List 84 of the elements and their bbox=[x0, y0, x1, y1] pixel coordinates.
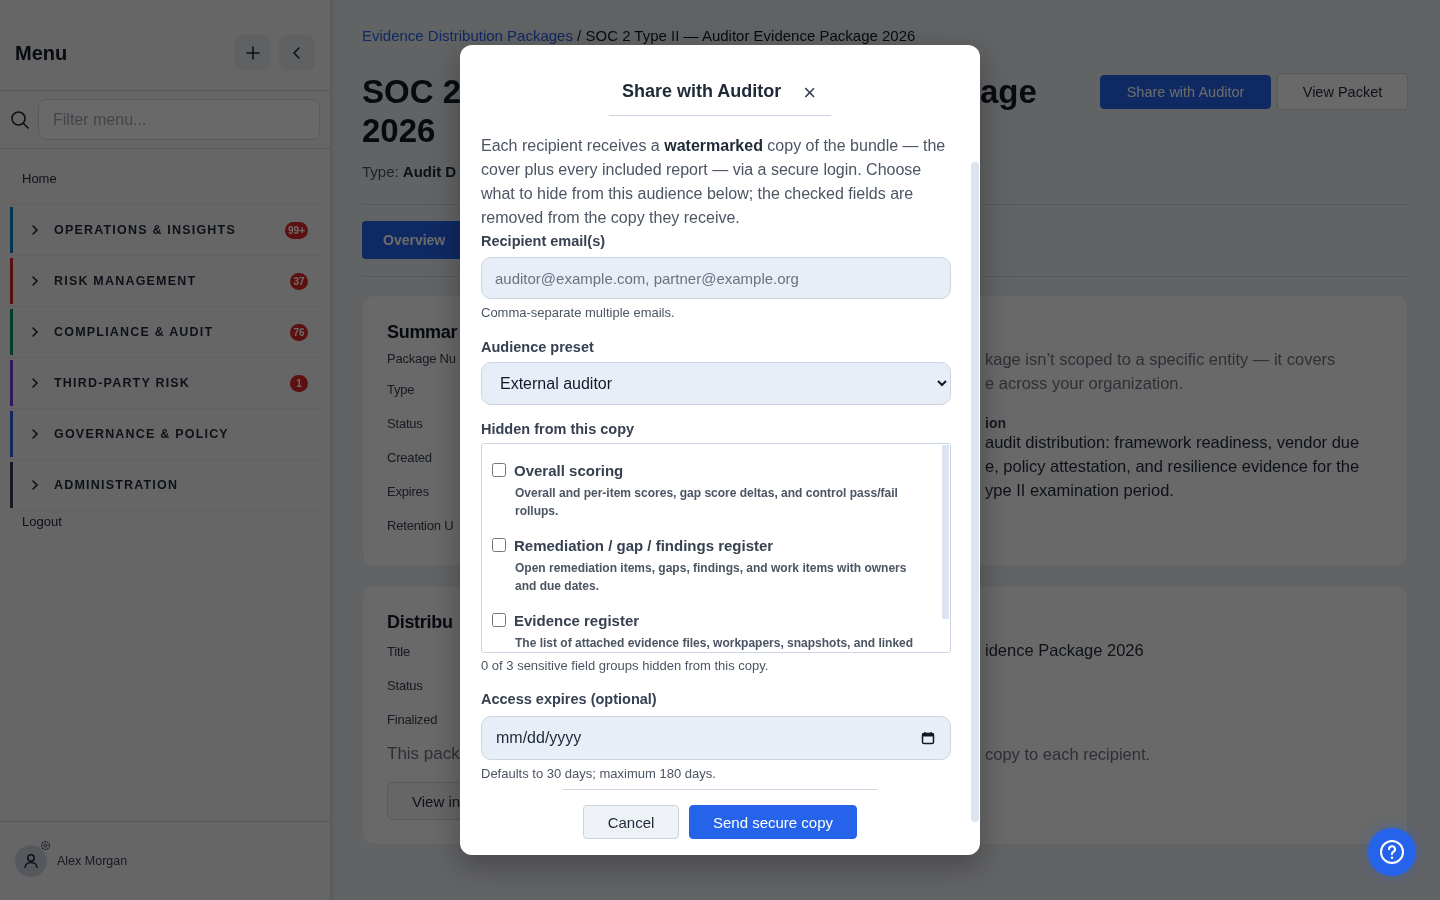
field-label: Status bbox=[387, 677, 424, 695]
scrollbar[interactable] bbox=[971, 162, 979, 822]
menu-group-label: OPERATIONS & INSIGHTS bbox=[54, 223, 237, 237]
field-label: Hidden from this copy bbox=[481, 420, 636, 439]
option-label: Overall scoring bbox=[514, 461, 624, 479]
help-icon bbox=[1379, 839, 1405, 865]
field-label: Audience preset bbox=[481, 338, 595, 357]
close-button[interactable]: × bbox=[801, 81, 819, 105]
gear-icon bbox=[40, 840, 51, 851]
page-title: age bbox=[980, 72, 1037, 111]
option-label: Remediation / gap / findings register bbox=[514, 536, 774, 554]
field-label: Type bbox=[387, 381, 416, 399]
field-label: Finalized bbox=[387, 711, 439, 729]
breadcrumb: Evidence Distribution Packages / SOC 2 Type II — Auditor Evidence Package 2026 bbox=[362, 26, 917, 46]
hint-text: Comma-separate multiple emails. bbox=[481, 305, 676, 321]
calendar-icon bbox=[921, 731, 935, 745]
option-description: Open remediation items, gaps, findings, and work items with owners and due dates. bbox=[514, 560, 908, 595]
menu-group-label: GOVERNANCE & POLICY bbox=[54, 427, 230, 441]
action-button[interactable]: View Packet bbox=[1277, 73, 1408, 110]
checkbox[interactable] bbox=[492, 463, 506, 477]
type-text: Type: Audit D bbox=[362, 162, 458, 182]
menu-group[interactable]: COMPLIANCE & AUDIT 76 bbox=[10, 307, 320, 358]
add-button[interactable] bbox=[235, 35, 271, 71]
section-label: ion bbox=[985, 414, 1007, 433]
menu-title: Menu bbox=[15, 41, 68, 65]
count-badge: 1 bbox=[290, 374, 308, 392]
menu-group-label: RISK MANAGEMENT bbox=[54, 274, 198, 288]
user-icon bbox=[22, 852, 40, 870]
date-field[interactable]: mm/dd/yyyy bbox=[481, 716, 951, 760]
page-title: 2026 bbox=[362, 111, 437, 150]
chevron-left-icon bbox=[292, 46, 302, 60]
text-line: kage isn’t scoped to a specific entity — it covers bbox=[985, 349, 1337, 370]
menu-group[interactable]: THIRD-PARTY RISK 1 bbox=[10, 358, 320, 409]
option-description: Overall and per-item scores, gap score deltas, and control pass/fail rollups. bbox=[514, 485, 899, 520]
email-field[interactable]: auditor@example.com, partner@example.org bbox=[481, 257, 951, 299]
menu-group-label: ADMINISTRATION bbox=[54, 478, 180, 492]
field-label: Retention U bbox=[387, 517, 455, 535]
count-badge: 76 bbox=[290, 323, 308, 341]
intro-text: Each recipient receives a watermarked copy of the bundle — the cover plus every included report — via a secure login. Choose what to hide from this audience below; the checked fields are removed from the copy they receive. bbox=[481, 136, 947, 228]
menu-group[interactable]: GOVERNANCE & POLICY bbox=[10, 409, 320, 460]
checkbox[interactable] bbox=[492, 538, 506, 552]
hint-text: Defaults to 30 days; maximum 180 days. bbox=[481, 766, 717, 782]
menu-group-label: THIRD-PARTY RISK bbox=[54, 376, 192, 390]
field-label: Package Nu bbox=[387, 350, 457, 368]
count-badge: 37 bbox=[290, 272, 308, 290]
option-label: Evidence register bbox=[514, 611, 640, 629]
audience-select[interactable]: External auditor bbox=[481, 362, 951, 405]
field-label: Title bbox=[387, 643, 412, 661]
page-title: SOC 2 bbox=[362, 72, 460, 111]
description-text: This pack bbox=[387, 743, 461, 765]
send-button[interactable]: Send secure copy bbox=[689, 805, 857, 839]
cancel-button[interactable]: Cancel bbox=[583, 805, 679, 839]
search-icon bbox=[10, 109, 30, 130]
menu-link[interactable]: Home bbox=[10, 163, 320, 195]
help-button[interactable] bbox=[1368, 828, 1416, 876]
summary-text: 0 of 3 sensitive field groups hidden from this copy. bbox=[481, 658, 770, 674]
field-label: Expires bbox=[387, 483, 430, 501]
count-badge: 99+ bbox=[285, 221, 308, 239]
action-button[interactable]: Share with Auditor bbox=[1100, 74, 1271, 109]
collapse-button[interactable] bbox=[279, 35, 315, 71]
field-label: Recipient email(s) bbox=[481, 232, 607, 251]
dialog-title: Share with Auditor bbox=[621, 80, 782, 102]
field-label: Status bbox=[387, 415, 424, 433]
text-line: e across your organization. bbox=[985, 373, 1185, 394]
user-name: Alex Morgan bbox=[57, 854, 128, 868]
text-line: idence Package 2026 bbox=[985, 640, 1145, 661]
plus-icon bbox=[245, 45, 261, 61]
text-line: audit distribution: framework readiness, vendor due bbox=[985, 432, 1361, 453]
breadcrumb-link[interactable]: Evidence Distribution Packages bbox=[362, 27, 573, 44]
text-line: e, policy attestation, and resilience evidence for the bbox=[985, 456, 1361, 477]
menu-link[interactable]: Logout bbox=[10, 511, 320, 533]
field-label: Access expires (optional) bbox=[481, 690, 658, 709]
text-line: copy to each recipient. bbox=[985, 744, 1152, 765]
card-heading: Summar bbox=[387, 321, 459, 344]
menu-group-label: COMPLIANCE & AUDIT bbox=[54, 325, 215, 339]
menu-group[interactable]: RISK MANAGEMENT 37 bbox=[10, 256, 320, 307]
option-description: The list of attached evidence files, workpapers, snapshots, and linked bbox=[514, 635, 915, 652]
scrollbar[interactable] bbox=[942, 445, 949, 619]
menu-group[interactable]: ADMINISTRATION bbox=[10, 460, 320, 511]
text-line: ype II examination period. bbox=[985, 480, 1175, 501]
menu-group[interactable]: OPERATIONS & INSIGHTS 99+ bbox=[10, 204, 320, 256]
checkbox[interactable] bbox=[492, 613, 506, 627]
card-heading: Distribu bbox=[387, 611, 454, 634]
field-label: Created bbox=[387, 449, 433, 467]
